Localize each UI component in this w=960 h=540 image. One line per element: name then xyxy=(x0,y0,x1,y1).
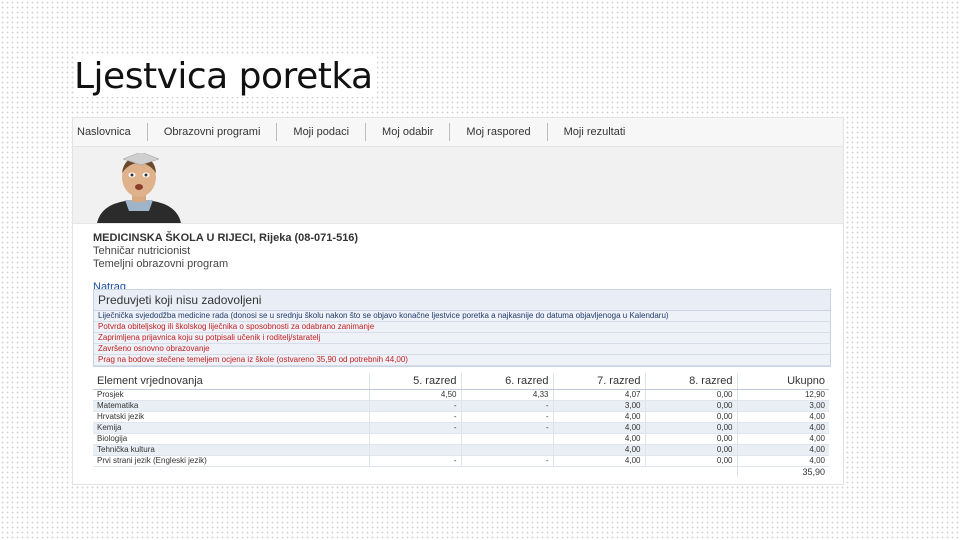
table-cell: 4,33 xyxy=(460,389,553,401)
table-cell: Prvi strani jezik (Engleski jezik) xyxy=(93,455,369,467)
table-cell xyxy=(460,433,553,445)
school-info: MEDICINSKA ŠKOLA U RIJECI, Rijeka (08-07… xyxy=(73,224,843,271)
table-cell xyxy=(368,444,461,456)
table-cell xyxy=(460,444,553,456)
unmet-prerequisites-box: Preduvjeti koji nisu zadovoljeni Liječni… xyxy=(93,289,831,367)
table-cell: Kemija xyxy=(93,422,369,434)
prerequisite-item: Potvrda obiteljskog ili školskog liječni… xyxy=(94,322,830,333)
student-avatar-icon xyxy=(97,153,181,223)
nav-item-moj-odabir[interactable]: Moj odabir xyxy=(366,123,451,141)
prerequisite-item: Završeno osnovno obrazovanje xyxy=(94,344,830,355)
table-row: Prosjek 4,50 4,33 4,07 0,00 12,90 xyxy=(93,389,829,401)
column-header: Ukupno xyxy=(736,373,829,390)
prerequisite-item: Prag na bodove stečene temeljem ocjena i… xyxy=(94,355,830,366)
table-cell: 0,00 xyxy=(644,433,737,445)
table-cell: 4,00 xyxy=(736,433,829,445)
table-cell: Biologija xyxy=(93,433,369,445)
table-cell: - xyxy=(368,400,461,412)
table-cell: 4,00 xyxy=(736,422,829,434)
total-score: 35,90 xyxy=(736,466,829,477)
program-type: Temeljni obrazovni program xyxy=(93,258,229,270)
table-row: Kemija - - 4,00 0,00 4,00 xyxy=(93,422,829,434)
prerequisite-item: Zaprimljena prijavnica koju su potpisali… xyxy=(94,333,830,344)
table-cell: - xyxy=(368,455,461,467)
table-cell: 4,00 xyxy=(552,433,645,445)
slide-title: Ljestvica poretka xyxy=(74,56,377,97)
profile-banner xyxy=(73,147,843,224)
table-row: Biologija 4,00 0,00 4,00 xyxy=(93,433,829,445)
table-cell: 0,00 xyxy=(644,389,737,401)
table-cell xyxy=(368,433,461,445)
table-cell: 4,00 xyxy=(552,411,645,423)
nav-item-moji-podaci[interactable]: Moji podaci xyxy=(277,123,367,141)
table-cell: 4,07 xyxy=(552,389,645,401)
table-cell: 0,00 xyxy=(644,400,737,412)
nav-item-moj-raspored[interactable]: Moj raspored xyxy=(450,123,548,141)
table-cell: 4,00 xyxy=(736,444,829,456)
nav-item-naslovnica[interactable]: Naslovnica xyxy=(73,123,148,141)
school-name: MEDICINSKA ŠKOLA U RIJECI, Rijeka (08-07… xyxy=(93,232,359,244)
table-cell: 4,00 xyxy=(736,455,829,467)
table-row: Tehnička kultura 4,00 0,00 4,00 xyxy=(93,444,829,456)
table-cell: 0,00 xyxy=(644,422,737,434)
results-screenshot: Naslovnica Obrazovni programi Moji podac… xyxy=(72,117,844,485)
nav-item-obrazovni-programi[interactable]: Obrazovni programi xyxy=(148,123,278,141)
grades-table: Element vrjednovanja 5. razred 6. razred… xyxy=(93,373,829,477)
table-cell: Matematika xyxy=(93,400,369,412)
column-header: 6. razred xyxy=(460,373,553,390)
table-cell: Hrvatski jezik xyxy=(93,411,369,423)
table-cell: 4,00 xyxy=(552,444,645,456)
table-cell: - xyxy=(368,422,461,434)
nav-item-moji-rezultati[interactable]: Moji rezultati xyxy=(548,123,642,156)
table-header-row: Element vrjednovanja 5. razred 6. razred… xyxy=(93,373,829,390)
table-cell: 0,00 xyxy=(644,455,737,467)
table-cell: 3,00 xyxy=(736,400,829,412)
table-cell: 4,00 xyxy=(552,455,645,467)
column-header: 5. razred xyxy=(368,373,461,390)
table-cell: 4,00 xyxy=(736,411,829,423)
top-navigation: Naslovnica Obrazovni programi Moji podac… xyxy=(73,118,843,156)
table-cell: Prosjek xyxy=(93,389,369,401)
table-cell: 4,00 xyxy=(552,422,645,434)
table-cell: - xyxy=(460,400,553,412)
column-header: 8. razred xyxy=(644,373,737,390)
table-cell: Tehnička kultura xyxy=(93,444,369,456)
table-cell: 4,50 xyxy=(368,389,461,401)
table-cell: - xyxy=(460,455,553,467)
table-cell: 0,00 xyxy=(644,444,737,456)
table-cell: - xyxy=(368,411,461,423)
total-row: 35,90 xyxy=(93,466,829,477)
table-cell: - xyxy=(460,411,553,423)
column-header: 7. razred xyxy=(552,373,645,390)
prerequisites-title: Preduvjeti koji nisu zadovoljeni xyxy=(94,290,830,311)
program-name: Tehničar nutricionist xyxy=(93,245,191,257)
table-cell: 3,00 xyxy=(552,400,645,412)
table-cell: 12,90 xyxy=(736,389,829,401)
table-cell: 0,00 xyxy=(644,411,737,423)
column-header: Element vrjednovanja xyxy=(93,373,369,390)
table-cell: - xyxy=(460,422,553,434)
table-row: Prvi strani jezik (Engleski jezik) - - 4… xyxy=(93,455,829,467)
prerequisite-item: Liječnička svjedodžba medicine rada (don… xyxy=(94,311,830,322)
table-row: Hrvatski jezik - - 4,00 0,00 4,00 xyxy=(93,411,829,423)
table-row: Matematika - - 3,00 0,00 3,00 xyxy=(93,400,829,412)
